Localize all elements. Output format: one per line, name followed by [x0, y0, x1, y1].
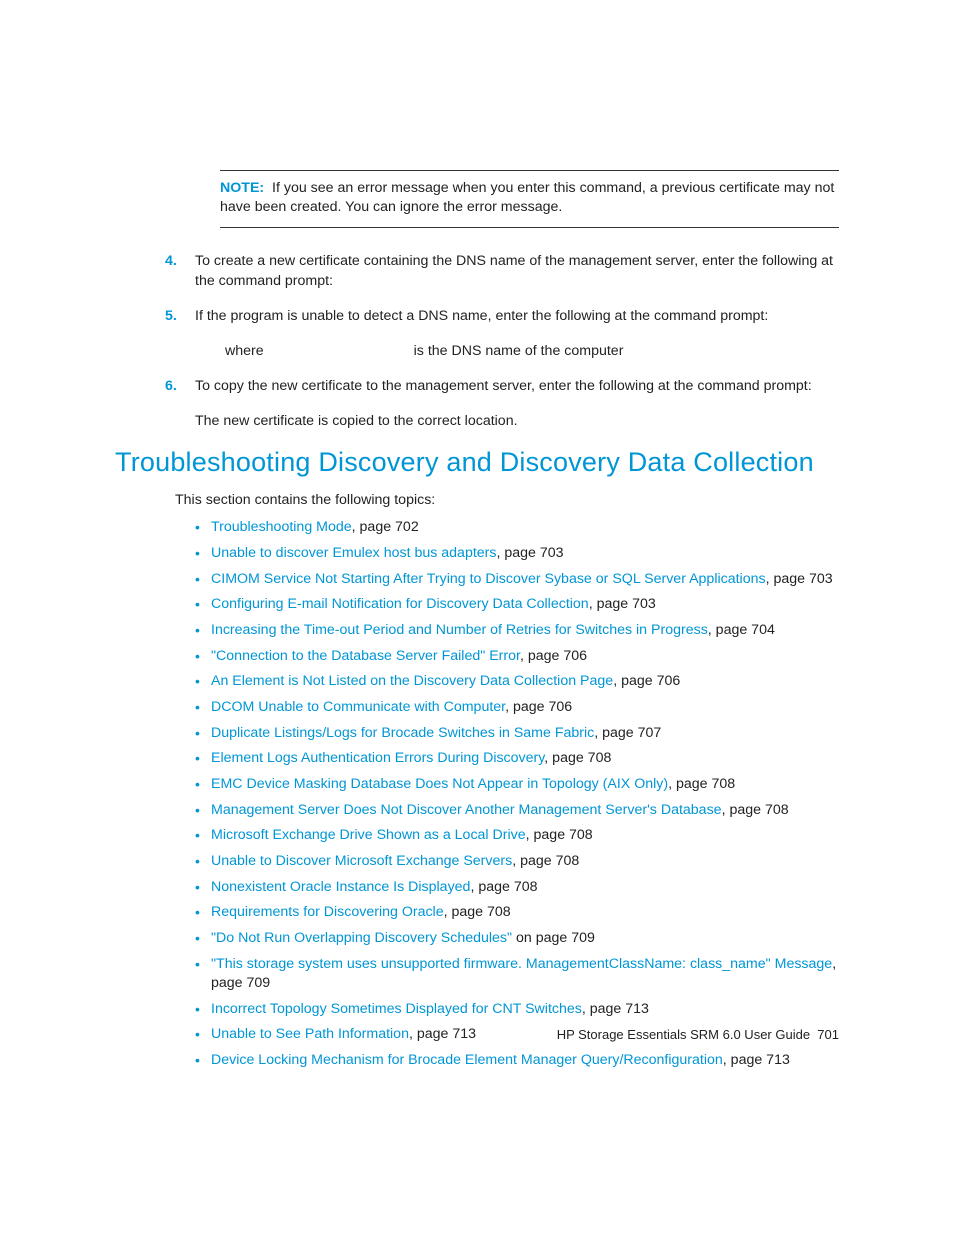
topic-item: Increasing the Time-out Period and Numbe… — [195, 621, 839, 640]
step-5: 5. If the program is unable to detect a … — [165, 307, 839, 361]
topic-item: CIMOM Service Not Starting After Trying … — [195, 570, 839, 589]
topic-item: DCOM Unable to Communicate with Computer… — [195, 698, 839, 717]
topic-item: An Element is Not Listed on the Discover… — [195, 672, 839, 691]
topic-link[interactable]: Element Logs Authentication Errors Durin… — [211, 750, 544, 766]
topic-link[interactable]: Management Server Does Not Discover Anot… — [211, 802, 722, 818]
topic-suffix: , page 708 — [444, 904, 511, 920]
where-line: where is the DNS name of the computer — [225, 342, 839, 361]
topic-item: Nonexistent Oracle Instance Is Displayed… — [195, 878, 839, 897]
topic-item: "This storage system uses unsupported fi… — [195, 955, 839, 993]
step-number: 6. — [165, 377, 177, 396]
topic-link[interactable]: CIMOM Service Not Starting After Trying … — [211, 571, 766, 587]
footer-title: HP Storage Essentials SRM 6.0 User Guide — [557, 1027, 810, 1042]
topic-suffix: , page 706 — [505, 699, 572, 715]
topic-suffix: , page 713 — [582, 1001, 649, 1017]
topic-link[interactable]: Duplicate Listings/Logs for Brocade Swit… — [211, 725, 594, 741]
topic-link[interactable]: Microsoft Exchange Drive Shown as a Loca… — [211, 827, 526, 843]
topic-suffix: , page 708 — [668, 776, 735, 792]
topic-suffix: , page 702 — [352, 519, 419, 535]
where-prefix: where — [225, 343, 264, 359]
topic-suffix: , page 706 — [520, 648, 587, 664]
topic-item: Microsoft Exchange Drive Shown as a Loca… — [195, 826, 839, 845]
topic-suffix: , page 703 — [589, 596, 656, 612]
topic-link[interactable]: Increasing the Time-out Period and Numbe… — [211, 622, 708, 638]
topic-link[interactable]: EMC Device Masking Database Does Not App… — [211, 776, 668, 792]
steps-list: 4. To create a new certificate containin… — [165, 252, 839, 396]
topic-item: EMC Device Masking Database Does Not App… — [195, 775, 839, 794]
step-text: To copy the new certificate to the manag… — [195, 378, 812, 394]
topic-item: Troubleshooting Mode, page 702 — [195, 518, 839, 537]
topic-link[interactable]: Unable to discover Emulex host bus adapt… — [211, 545, 496, 561]
step-text: If the program is unable to detect a DNS… — [195, 308, 768, 324]
topic-suffix: , page 703 — [496, 545, 563, 561]
topic-link[interactable]: Unable to Discover Microsoft Exchange Se… — [211, 853, 512, 869]
step-number: 4. — [165, 252, 177, 271]
topic-item: Requirements for Discovering Oracle, pag… — [195, 903, 839, 922]
page-footer: HP Storage Essentials SRM 6.0 User Guide… — [557, 1027, 839, 1042]
topic-link[interactable]: Nonexistent Oracle Instance Is Displayed — [211, 879, 470, 895]
note-label: NOTE: — [220, 180, 264, 196]
topic-item: Device Locking Mechanism for Brocade Ele… — [195, 1051, 839, 1070]
topic-item: "Do Not Run Overlapping Discovery Schedu… — [195, 929, 839, 948]
step-text: To create a new certificate containing t… — [195, 253, 833, 288]
topic-suffix: , page 713 — [409, 1026, 476, 1042]
note-text: If you see an error message when you ent… — [220, 180, 834, 215]
topic-item: Incorrect Topology Sometimes Displayed f… — [195, 1000, 839, 1019]
topics-list: Troubleshooting Mode, page 702 Unable to… — [195, 518, 839, 1070]
topic-item: Element Logs Authentication Errors Durin… — [195, 749, 839, 768]
document-page: NOTE: If you see an error message when y… — [0, 0, 954, 1137]
post-step-text: The new certificate is copied to the cor… — [195, 412, 839, 431]
topic-link[interactable]: DCOM Unable to Communicate with Computer — [211, 699, 505, 715]
topic-suffix: , page 708 — [526, 827, 593, 843]
topic-item: Unable to Discover Microsoft Exchange Se… — [195, 852, 839, 871]
where-suffix: is the DNS name of the computer — [414, 343, 624, 359]
topic-suffix: , page 706 — [613, 673, 680, 689]
topic-link[interactable]: Configuring E-mail Notification for Disc… — [211, 596, 589, 612]
topic-item: Unable to discover Emulex host bus adapt… — [195, 544, 839, 563]
topic-link[interactable]: Unable to See Path Information — [211, 1026, 409, 1042]
topic-item: Duplicate Listings/Logs for Brocade Swit… — [195, 724, 839, 743]
topic-link[interactable]: Incorrect Topology Sometimes Displayed f… — [211, 1001, 582, 1017]
topic-link[interactable]: Requirements for Discovering Oracle — [211, 904, 444, 920]
step-6: 6. To copy the new certificate to the ma… — [165, 377, 839, 396]
topic-link[interactable]: "This storage system uses unsupported fi… — [211, 956, 832, 972]
topic-suffix: , page 708 — [470, 879, 537, 895]
topic-suffix: , page 708 — [512, 853, 579, 869]
topic-link[interactable]: "Do Not Run Overlapping Discovery Schedu… — [211, 930, 512, 946]
topic-suffix: , page 707 — [594, 725, 661, 741]
footer-page: 701 — [817, 1027, 839, 1042]
topic-item: Configuring E-mail Notification for Disc… — [195, 595, 839, 614]
topic-link[interactable]: An Element is Not Listed on the Discover… — [211, 673, 613, 689]
topic-suffix: , page 703 — [766, 571, 833, 587]
topic-link[interactable]: Device Locking Mechanism for Brocade Ele… — [211, 1052, 723, 1068]
topic-link[interactable]: Troubleshooting Mode — [211, 519, 352, 535]
topic-suffix: , page 708 — [722, 802, 789, 818]
intro-text: This section contains the following topi… — [175, 492, 839, 508]
topic-suffix: on page 709 — [512, 930, 595, 946]
topic-item: Management Server Does Not Discover Anot… — [195, 801, 839, 820]
topic-suffix: , page 708 — [544, 750, 611, 766]
step-4: 4. To create a new certificate containin… — [165, 252, 839, 290]
section-heading: Troubleshooting Discovery and Discovery … — [115, 447, 839, 478]
topic-suffix: , page 704 — [708, 622, 775, 638]
topic-link[interactable]: "Connection to the Database Server Faile… — [211, 648, 520, 664]
note-box: NOTE: If you see an error message when y… — [220, 170, 839, 228]
topic-item: "Connection to the Database Server Faile… — [195, 647, 839, 666]
topic-suffix: , page 713 — [723, 1052, 790, 1068]
step-number: 5. — [165, 307, 177, 326]
